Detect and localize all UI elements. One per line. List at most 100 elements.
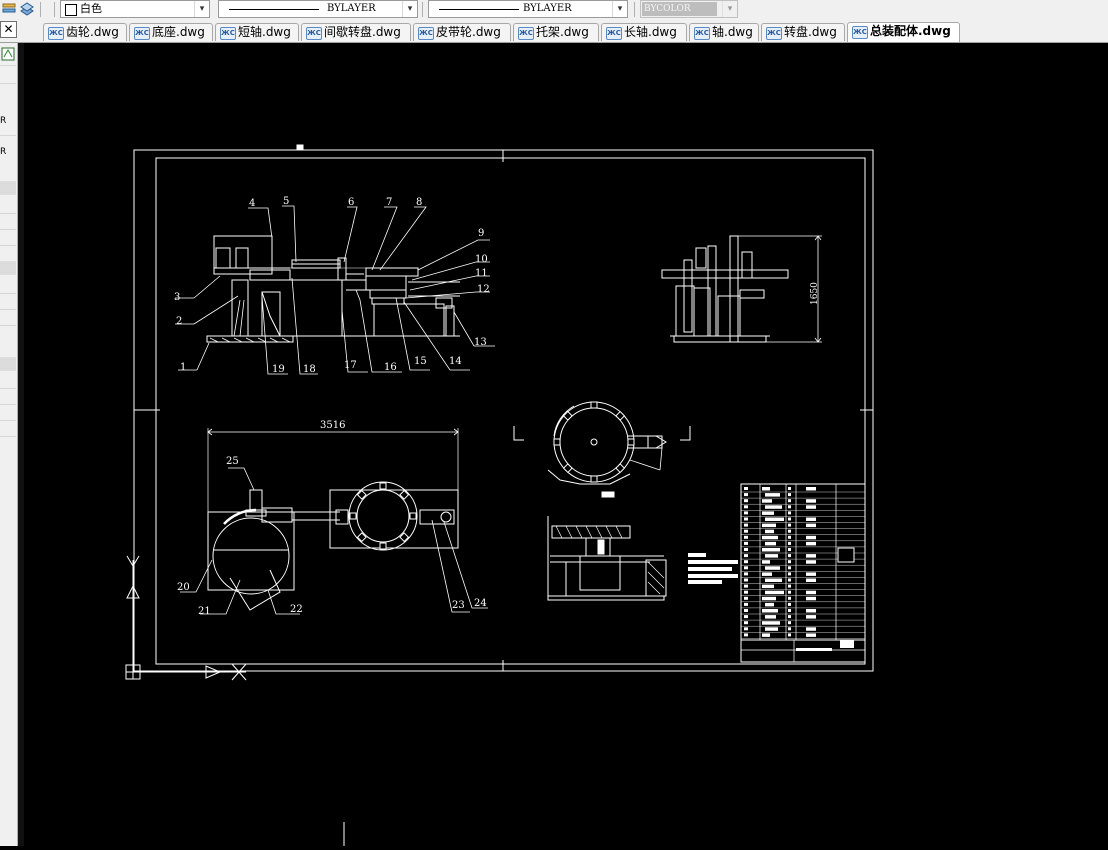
tab-10[interactable]: ЖC 总装配体.dwg <box>847 22 960 42</box>
parts-row-mark <box>806 499 816 503</box>
wheel-slot <box>562 463 573 474</box>
palette-row[interactable] <box>0 181 16 195</box>
tab-5[interactable]: ЖC 皮带轮.dwg <box>413 23 511 41</box>
balloon-4: 4 <box>249 198 255 209</box>
toolbar-separator <box>40 2 41 17</box>
palette-divider <box>0 325 16 326</box>
tab-1[interactable]: ЖC 齿轮.dwg <box>43 23 127 41</box>
parts-row-mark <box>788 584 791 588</box>
tab-3[interactable]: ЖC 短轴.dwg <box>215 23 299 41</box>
parts-row-mark <box>744 511 748 515</box>
lineweight-dropdown[interactable]: BYLAYER ▾ <box>428 0 628 18</box>
parts-row-mark <box>765 627 778 631</box>
parts-row-mark <box>744 572 748 576</box>
tool-icon[interactable] <box>1 46 15 61</box>
wheel-slot <box>409 512 417 520</box>
toolbar-separator <box>634 2 635 17</box>
balloon-21: 21 <box>198 606 211 617</box>
parts-row-mark <box>806 596 816 601</box>
tab-2[interactable]: ЖC 底座.dwg <box>129 23 213 41</box>
palette-row[interactable] <box>0 357 16 371</box>
toolbar-separator <box>422 2 423 17</box>
balloon-11: 11 <box>475 268 488 279</box>
tab-label: 转盘.dwg <box>784 25 837 39</box>
tab-label: 齿轮.dwg <box>66 25 119 39</box>
parts-row-mark <box>788 596 791 600</box>
dim-width: 3516 <box>320 420 345 431</box>
dwg-file-icon: ЖC <box>606 27 622 40</box>
parts-row-mark <box>806 615 816 619</box>
close-icon[interactable]: ✕ <box>0 21 17 38</box>
tab-8[interactable]: ЖC 轴.dwg <box>689 23 759 41</box>
linetype-dropdown[interactable]: BYLAYER ▾ <box>218 0 418 18</box>
parts-row-mark <box>744 578 748 582</box>
title-cell <box>837 547 855 563</box>
parts-row-mark <box>788 578 791 582</box>
parts-row-mark <box>788 572 791 576</box>
parts-row-mark <box>762 560 770 564</box>
plotstyle-value: BYCOLOR <box>644 4 691 14</box>
balloon-24: 24 <box>474 598 487 609</box>
tab-label: 总装配体.dwg <box>870 24 951 38</box>
parts-row-mark <box>744 627 748 631</box>
parts-row-mark <box>806 554 816 558</box>
parts-row-mark <box>788 627 791 631</box>
color-value: 白色 <box>80 2 102 15</box>
tab-label: 短轴.dwg <box>238 25 291 39</box>
parts-row-mark <box>765 615 776 619</box>
tab-label: 轴.dwg <box>712 25 753 39</box>
parts-row-mark <box>765 505 782 509</box>
balloon-5: 5 <box>283 196 289 207</box>
parts-row-mark <box>744 621 748 625</box>
palette-divider <box>0 135 16 136</box>
wheel-slot <box>379 542 387 550</box>
balloon-9: 9 <box>478 228 484 239</box>
layer-states-icon[interactable] <box>19 1 35 17</box>
tab-4[interactable]: ЖC 间歇转盘.dwg <box>301 23 411 41</box>
plan-wheel-slots <box>349 482 417 550</box>
balloon-12: 12 <box>477 284 490 295</box>
parts-row-mark <box>788 633 791 637</box>
chevron-down-icon[interactable]: ▾ <box>402 1 417 17</box>
drawing-canvas[interactable]: 1 2 3 4 5 6 7 8 9 10 11 12 13 14 15 16 17 18 19 1650 <box>24 43 1108 846</box>
tab-label: 长轴.dwg <box>624 25 677 39</box>
cad-drawing[interactable]: 1234 5 6 7 8910111213141516171819 1650 2… <box>24 43 1108 846</box>
layer-icon[interactable] <box>1 1 17 17</box>
parts-row-mark <box>788 505 791 509</box>
title-text-mark <box>840 640 854 648</box>
parts-row-mark <box>744 584 748 588</box>
parts-row-mark <box>806 517 816 521</box>
palette-row[interactable] <box>0 261 16 275</box>
tab-6[interactable]: ЖC 托架.dwg <box>513 23 599 41</box>
side-view <box>661 235 822 343</box>
parts-row-mark <box>762 523 776 528</box>
grip-marker <box>296 144 304 150</box>
parts-row-mark <box>762 511 774 515</box>
balloon-7: 7 <box>386 197 392 208</box>
balloon-13: 13 <box>474 337 487 348</box>
balloon-16: 16 <box>384 362 397 373</box>
toolbar-separator <box>54 2 55 17</box>
sheet-inner-border <box>155 157 866 665</box>
parts-row-mark <box>765 493 780 497</box>
parts-row-mark <box>788 560 791 564</box>
balloon-6: 6 <box>348 197 354 208</box>
parts-row-mark <box>788 511 791 515</box>
parts-row-mark <box>744 499 748 503</box>
color-dropdown[interactable]: 白色 ▾ <box>60 0 210 18</box>
tab-7[interactable]: ЖC 长轴.dwg <box>601 23 687 41</box>
tab-9[interactable]: ЖC 转盘.dwg <box>761 23 845 41</box>
lineweight-sample <box>439 9 519 10</box>
parts-row-mark <box>744 505 748 509</box>
dwg-file-icon: ЖC <box>766 27 782 40</box>
chevron-down-icon[interactable]: ▾ <box>612 1 627 17</box>
parts-row-mark <box>744 493 748 497</box>
parts-row-mark <box>788 541 791 545</box>
parts-row-mark <box>744 596 748 600</box>
chevron-down-icon[interactable]: ▾ <box>194 1 209 17</box>
parts-row-mark <box>765 529 774 534</box>
section-view <box>547 516 667 601</box>
technical-notes <box>688 553 738 584</box>
parts-row-mark <box>744 548 748 551</box>
palette-divider <box>0 245 16 246</box>
